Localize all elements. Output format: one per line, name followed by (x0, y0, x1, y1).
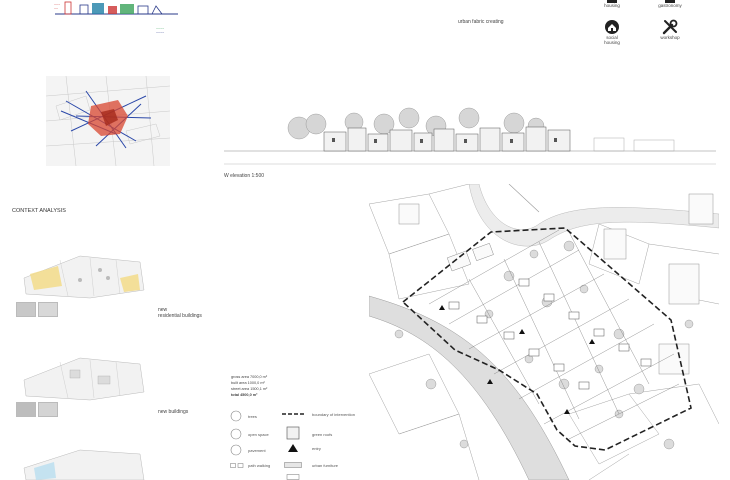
west-elevation-drawing (224, 107, 716, 165)
icon-housing-top: housing (598, 0, 626, 8)
social-housing-icon (605, 20, 619, 34)
legend-pavement-symbol (230, 444, 242, 456)
legend-boundary-symbol (282, 413, 306, 415)
phase-1-photo-a (16, 302, 36, 317)
legend-boundary-label: boundary of intervention (312, 412, 355, 417)
icon-social-housing: social housing (598, 19, 626, 45)
phase-1-photo-b (38, 302, 58, 317)
legend-entry-symbol (288, 444, 298, 452)
legend-trees-symbol (230, 410, 242, 422)
legend-open-space-label: open space (248, 432, 269, 437)
phase-2-axon (23, 357, 145, 401)
legend-path-label: path walking (248, 463, 271, 468)
legend-furniture-label: urban furniture (312, 463, 339, 468)
context-analysis-title: CONTEXT ANALYSIS (12, 208, 66, 214)
legend-green-roof-label: green roofs (312, 432, 333, 437)
svg-text:~~~~: ~~~~ (156, 31, 164, 35)
workshop-icon (662, 19, 678, 35)
legend: boundary of intervention trees green roo… (228, 410, 362, 480)
phase-2-photo-a (16, 402, 36, 417)
stat-total: total 4500,0 m² (231, 393, 258, 397)
icon-social-housing-label: social housing (604, 35, 620, 45)
legend-furniture-symbol (284, 462, 302, 468)
phase-1-axon (23, 255, 145, 299)
icon-workshop: workshop (656, 19, 684, 40)
icon-housing-top-label: housing (604, 3, 620, 8)
icon-gastronomy: gastronomy (656, 0, 684, 8)
icon-gastronomy-label: gastronomy (658, 3, 682, 8)
legend-green-roof-symbol (286, 426, 300, 440)
phase-2-label-line1: new buildings (158, 409, 189, 415)
phase-1-label-line2: residential buildings (158, 313, 202, 319)
legend-pavement-label: pavement (248, 448, 266, 453)
phase-3-axon (23, 449, 145, 480)
legend-extra-symbol (286, 474, 300, 480)
legend-path-symbol (230, 463, 244, 468)
top-center-label: urban fabric creating (458, 19, 504, 25)
phase-2-photo-b (38, 402, 58, 417)
legend-trees-label: trees (248, 414, 257, 419)
site-axon-drawing (46, 76, 170, 166)
sketch-diagram: ~~~ ~~ ~~~~ ~~~~ (54, 1, 178, 35)
site-plan-map (369, 184, 719, 480)
area-stats: gross area 7000,0 m² built area 1000,0 m… (231, 374, 267, 398)
elevation-label: W elevation 1:500 (224, 173, 265, 179)
svg-text:~~: ~~ (54, 7, 58, 11)
legend-entry-label: entry (312, 446, 321, 451)
icon-workshop-label: workshop (660, 35, 680, 40)
legend-open-space-symbol (230, 428, 242, 440)
